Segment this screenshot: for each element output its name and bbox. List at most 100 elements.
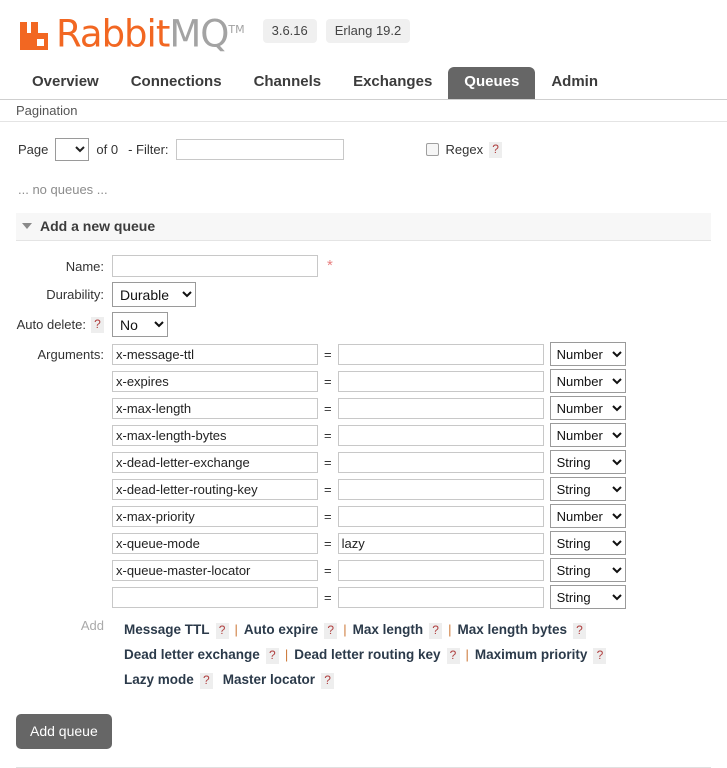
argument-key-input[interactable] [112,559,318,581]
regex-checkbox[interactable] [425,143,439,156]
argument-type-cell: StringNumberBooleanList [544,504,626,531]
argument-value-input[interactable] [337,370,544,392]
argument-type-select[interactable]: StringNumberBooleanList [549,369,626,393]
preset-help-icon[interactable]: ? [324,622,338,639]
durability-field-row: Durability: DurableTransient [0,282,727,307]
preset-help-icon[interactable]: ? [593,647,607,664]
argument-key-input[interactable] [112,370,318,392]
argument-value-input[interactable] [337,397,544,419]
preset-help-icon[interactable]: ? [321,672,335,689]
add-new-queue-section-header[interactable]: Add a new queue [16,213,711,241]
argument-value-input[interactable] [337,505,544,527]
version-badges: 3.6.16 Erlang 19.2 [262,19,411,45]
preset-help-icon[interactable]: ? [573,622,587,639]
argument-key-cell [112,585,318,612]
preset-line: Dead letter exchange? | Dead letter routin… [124,642,607,667]
argument-type-select[interactable]: StringNumberBooleanList [549,558,626,582]
page-header: RabbitMQTM 3.6.16 Erlang 19.2 [0,0,727,52]
argument-row: = StringNumberBooleanList [112,558,626,585]
regex-label: Regex [445,142,484,157]
preset-link[interactable]: Master locator [223,672,315,687]
argument-key-cell [112,342,318,369]
durability-select[interactable]: DurableTransient [112,282,196,307]
argument-value-cell [337,342,544,369]
argument-key-input[interactable] [112,586,318,608]
preset-link[interactable]: Max length [353,622,424,637]
tab-connections[interactable]: Connections [115,67,238,99]
empty-queue-list-message: ... no queues ... [18,182,108,197]
auto-delete-select[interactable]: NoYes [112,312,168,337]
argument-row: = StringNumberBooleanList [112,396,626,423]
preset-link[interactable]: Message TTL [124,622,210,637]
argument-presets: Add Message TTL? | Auto expire? | Max length… [0,612,727,692]
argument-equals-sign: = [324,481,332,497]
argument-type-select[interactable]: StringNumberBooleanList [549,450,626,474]
logo-rabbit-text: Rabbit [56,12,170,55]
argument-equals-sign: = [324,373,332,389]
argument-value-input[interactable] [337,343,544,365]
argument-value-cell [337,450,544,477]
rabbitmq-logo[interactable]: RabbitMQTM [18,12,245,52]
argument-value-input[interactable] [337,532,544,554]
argument-key-cell [112,423,318,450]
tab-overview[interactable]: Overview [16,67,115,99]
argument-row: = StringNumberBooleanList [112,531,626,558]
argument-equals-sign: = [324,427,332,443]
auto-delete-label: Auto delete: [16,317,86,332]
argument-type-select[interactable]: StringNumberBooleanList [549,531,626,555]
argument-value-cell [337,396,544,423]
preset-help-icon[interactable]: ? [199,672,213,689]
argument-row: = StringNumberBooleanList [112,450,626,477]
argument-key-input[interactable] [112,451,318,473]
name-label: Name: [65,258,104,274]
argument-type-cell: StringNumberBooleanList [544,585,626,612]
erlang-version-badge: Erlang 19.2 [325,19,411,43]
logo-mq-text: MQ [169,12,229,55]
argument-key-cell [112,450,318,477]
queue-name-input[interactable] [112,255,318,277]
argument-key-input[interactable] [112,397,318,419]
argument-type-select[interactable]: StringNumberBooleanList [549,585,626,609]
preset-help-icon[interactable]: ? [215,622,229,639]
tab-channels[interactable]: Channels [238,67,338,99]
argument-type-select[interactable]: StringNumberBooleanList [549,477,626,501]
argument-key-input[interactable] [112,343,318,365]
preset-link[interactable]: Dead letter routing key [294,647,440,662]
tab-queues[interactable]: Queues [448,67,536,99]
preset-help-icon[interactable]: ? [265,647,279,664]
argument-type-select[interactable]: StringNumberBooleanList [549,423,626,447]
argument-key-input[interactable] [112,424,318,446]
auto-delete-help-icon[interactable]: ? [91,316,104,333]
argument-row: = StringNumberBooleanList [112,342,626,369]
argument-type-cell: StringNumberBooleanList [544,450,626,477]
preset-link[interactable]: Max length bytes [457,622,567,637]
argument-value-input[interactable] [337,586,544,608]
tab-exchanges[interactable]: Exchanges [337,67,448,99]
regex-help-icon[interactable]: ? [489,141,503,158]
filter-input[interactable] [175,139,344,160]
argument-key-cell [112,504,318,531]
argument-value-input[interactable] [337,451,544,473]
argument-equals-sign: = [324,454,332,470]
argument-type-select[interactable]: StringNumberBooleanList [549,342,626,366]
add-queue-button[interactable]: Add queue [16,714,112,749]
argument-key-input[interactable] [112,505,318,527]
argument-type-select[interactable]: StringNumberBooleanList [549,396,626,420]
argument-value-cell [337,558,544,585]
preset-link[interactable]: Maximum priority [475,647,588,662]
page-select[interactable] [55,138,90,161]
preset-link[interactable]: Lazy mode [124,672,194,687]
argument-key-input[interactable] [112,532,318,554]
argument-value-input[interactable] [337,559,544,581]
preset-help-icon[interactable]: ? [429,622,443,639]
argument-key-input[interactable] [112,478,318,500]
preset-link[interactable]: Dead letter exchange [124,647,260,662]
argument-value-input[interactable] [337,424,544,446]
preset-help-icon[interactable]: ? [446,647,460,664]
argument-type-select[interactable]: StringNumberBooleanList [549,504,626,528]
argument-key-cell [112,558,318,585]
tab-admin[interactable]: Admin [535,67,614,99]
argument-value-input[interactable] [337,478,544,500]
main-navigation-tabs: Overview Connections Channels Exchanges … [0,66,727,100]
preset-link[interactable]: Auto expire [244,622,318,637]
